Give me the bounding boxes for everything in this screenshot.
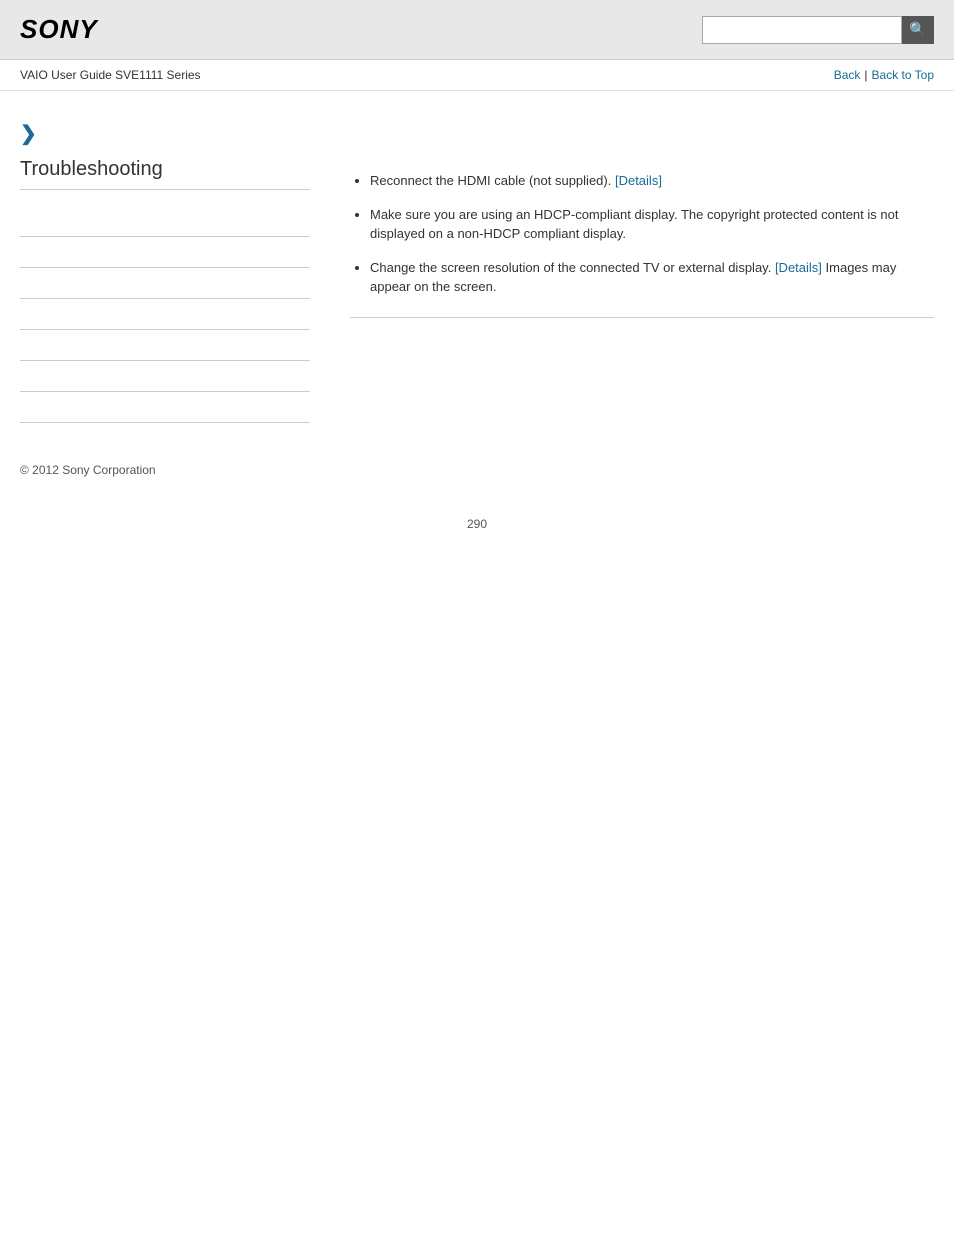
list-item: Change the screen resolution of the conn…: [370, 258, 934, 297]
search-input[interactable]: [702, 16, 902, 44]
sidebar-title: Troubleshooting: [20, 158, 310, 190]
search-button[interactable]: 🔍: [902, 16, 934, 44]
footer: © 2012 Sony Corporation: [0, 443, 954, 497]
search-area: 🔍: [702, 16, 934, 44]
details-link-1[interactable]: [Details]: [615, 173, 662, 188]
list-item: Make sure you are using an HDCP-complian…: [370, 205, 934, 244]
search-icon: 🔍: [909, 21, 926, 38]
bullet-text-1: Reconnect the HDMI cable (not supplied).: [370, 173, 615, 188]
bullet-text-2: Make sure you are using an HDCP-complian…: [370, 207, 898, 242]
nav-links: Back | Back to Top: [834, 68, 934, 82]
copyright-text: © 2012 Sony Corporation: [20, 463, 156, 477]
content-area: Reconnect the HDMI cable (not supplied).…: [330, 111, 934, 423]
chevron-right-icon: ❯: [20, 123, 37, 145]
sony-logo: SONY: [20, 14, 98, 45]
nav-bar: VAIO User Guide SVE1111 Series Back | Ba…: [0, 60, 954, 91]
bullet-text-3a: Change the screen resolution of the conn…: [370, 260, 775, 275]
back-link[interactable]: Back: [834, 68, 861, 82]
bullet-list: Reconnect the HDMI cable (not supplied).…: [350, 171, 934, 297]
list-item: Reconnect the HDMI cable (not supplied).…: [370, 171, 934, 191]
content-divider: [350, 317, 934, 318]
guide-title: VAIO User Guide SVE1111 Series: [20, 68, 201, 82]
list-item[interactable]: [20, 206, 310, 237]
list-item[interactable]: [20, 237, 310, 268]
list-item[interactable]: [20, 361, 310, 392]
main-content: ❯ Troubleshooting Reconnect the HDMI cab…: [0, 91, 954, 443]
details-link-2[interactable]: [Details]: [775, 260, 822, 275]
list-item[interactable]: [20, 392, 310, 423]
sidebar: ❯ Troubleshooting: [20, 111, 330, 423]
back-to-top-link[interactable]: Back to Top: [872, 68, 934, 82]
page-number: 290: [0, 497, 954, 551]
content-bullets: Reconnect the HDMI cable (not supplied).…: [350, 171, 934, 318]
list-item[interactable]: [20, 299, 310, 330]
nav-separator: |: [864, 68, 867, 82]
chevron-container: ❯: [20, 121, 310, 146]
list-item[interactable]: [20, 268, 310, 299]
sidebar-links: [20, 206, 310, 423]
header: SONY 🔍: [0, 0, 954, 60]
list-item[interactable]: [20, 330, 310, 361]
